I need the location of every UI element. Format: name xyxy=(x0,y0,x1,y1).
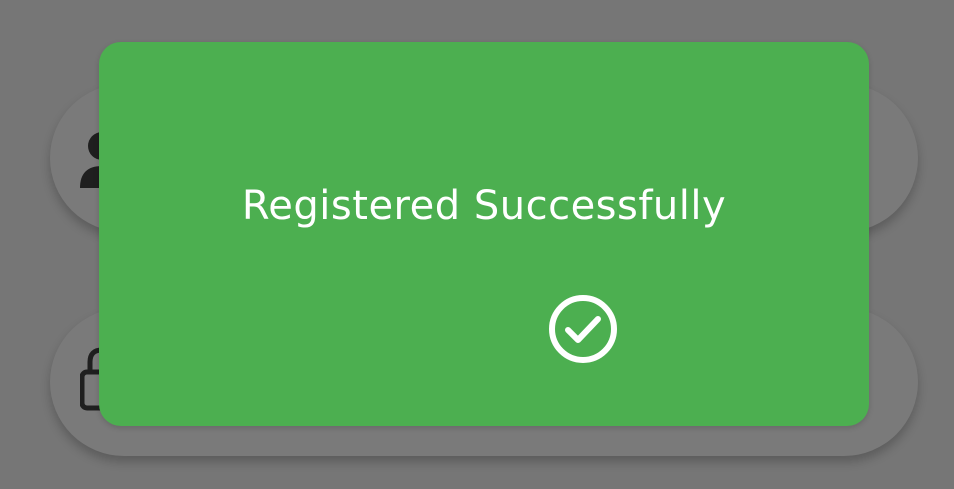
success-message: Registered Successfully xyxy=(241,183,727,229)
success-dialog: Registered Successfully xyxy=(99,42,869,426)
check-circle-icon xyxy=(547,293,619,365)
